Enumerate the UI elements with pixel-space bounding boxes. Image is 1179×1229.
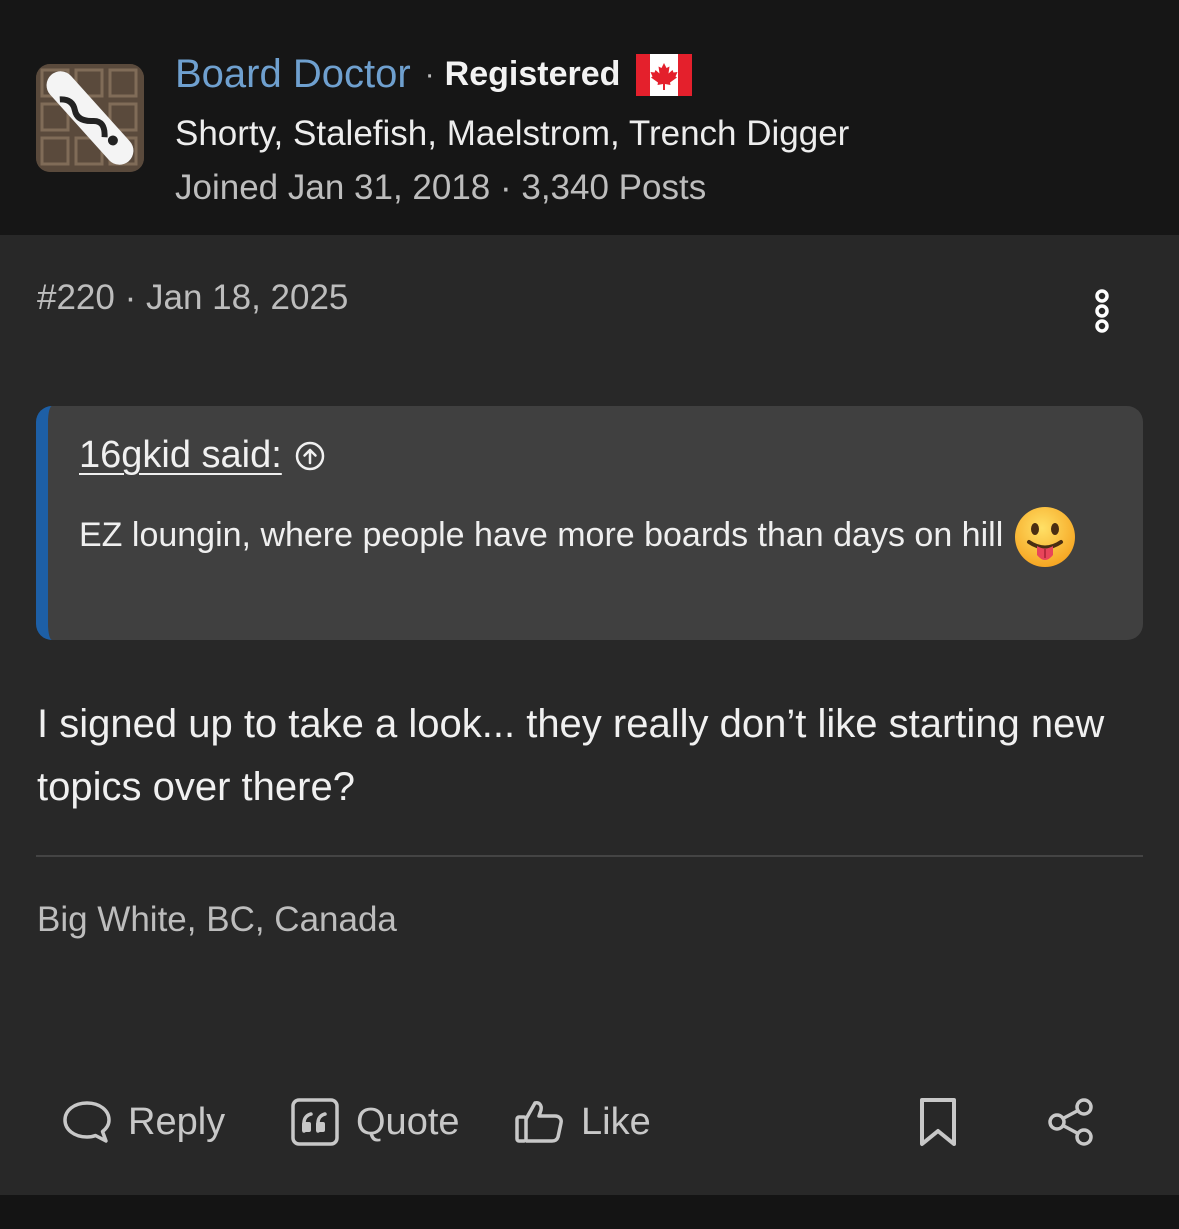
bookmark-icon	[920, 1098, 956, 1146]
like-button[interactable]: Like	[515, 1087, 651, 1157]
more-options-button[interactable]	[1084, 287, 1120, 335]
jump-to-quote-icon[interactable]	[294, 440, 326, 472]
user-join-and-posts: Joined Jan 31, 2018 · 3,340 Posts	[175, 168, 707, 207]
face-with-tongue-icon	[1013, 505, 1077, 569]
share-button[interactable]	[1045, 1087, 1097, 1157]
thumbs-up-icon	[515, 1101, 563, 1143]
post-meta: #220 · Jan 18, 2025	[37, 278, 348, 318]
username-link[interactable]: Board Doctor	[175, 52, 411, 97]
quote-label: Quote	[356, 1100, 460, 1143]
bookmark-button[interactable]	[918, 1087, 958, 1157]
reply-icon	[63, 1101, 111, 1143]
post-body: I signed up to take a look... they reall…	[37, 702, 1105, 809]
bottom-strip	[0, 1195, 1179, 1229]
avatar[interactable]	[36, 64, 144, 172]
user-header: Board Doctor · Registered Shorty, Stalef…	[0, 0, 1179, 235]
post-date[interactable]: Jan 18, 2025	[146, 278, 348, 317]
quote-button[interactable]: Quote	[290, 1087, 460, 1157]
reply-label: Reply	[128, 1100, 226, 1143]
share-icon	[1048, 1098, 1093, 1146]
signature: Big White, BC, Canada	[37, 900, 397, 939]
separator-dot: ·	[424, 57, 435, 91]
quote-icon	[291, 1098, 339, 1146]
signature-divider	[36, 855, 1143, 857]
quote-author-link[interactable]: 16gkid said:	[79, 434, 282, 477]
user-title: Shorty, Stalefish, Maelstrom, Trench Dig…	[175, 114, 850, 153]
post: #220 · Jan 18, 2025 16gkid said: EZ loun…	[0, 235, 1179, 1195]
post-number[interactable]: #220	[37, 278, 115, 317]
post-actions: Reply Quote Like	[0, 1087, 1179, 1157]
quote-text-content: EZ loungin, where people have more board…	[79, 516, 1004, 554]
separator-dot: ·	[124, 278, 137, 317]
quote-block: 16gkid said: EZ loungin, where people ha…	[36, 406, 1143, 640]
canada-flag-icon	[636, 53, 693, 96]
more-vertical-icon	[1095, 289, 1109, 333]
user-role-badge: Registered	[444, 55, 621, 93]
quote-text: EZ loungin, where people have more board…	[79, 502, 1099, 569]
reply-button[interactable]: Reply	[62, 1087, 225, 1157]
like-label: Like	[581, 1100, 651, 1143]
